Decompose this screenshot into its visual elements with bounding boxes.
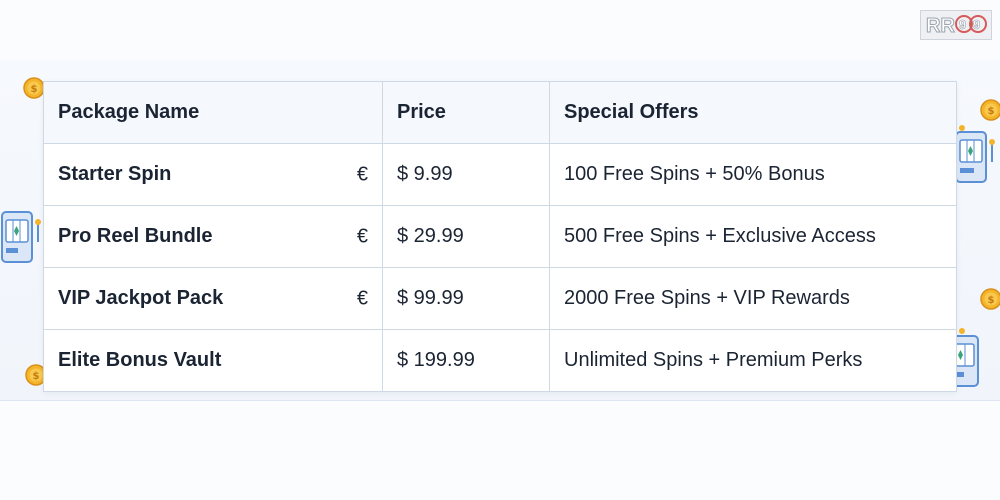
- price-cell: $ 99.99: [382, 267, 550, 330]
- dollar-coin-icon: $: [980, 288, 1000, 310]
- pricing-table: Package Name Price Special Offers Starte…: [43, 81, 957, 392]
- offer-cell: 100 Free Spins + 50% Bonus: [549, 143, 957, 206]
- package-name: Elite Bonus Vault: [58, 349, 222, 371]
- package-name-cell: Starter Spin €: [43, 143, 383, 206]
- package-name: Starter Spin: [58, 163, 172, 185]
- svg-text:$: $: [988, 106, 995, 117]
- offer-cell: 2000 Free Spins + VIP Rewards: [549, 267, 957, 330]
- table-row: Starter Spin € $ 9.99 100 Free Spins + 5…: [43, 143, 957, 206]
- svg-text:9: 9: [959, 17, 966, 32]
- dollar-coin-icon: $: [980, 99, 1000, 121]
- dollar-coin-icon: $: [23, 77, 45, 99]
- package-name: VIP Jackpot Pack: [58, 287, 224, 309]
- package-name-cell: Pro Reel Bundle €: [43, 205, 383, 268]
- svg-text:$: $: [988, 295, 995, 306]
- price-cell: $ 199.99: [382, 329, 550, 392]
- offer-cell: 500 Free Spins + Exclusive Access: [549, 205, 957, 268]
- currency-symbol: €: [356, 163, 368, 185]
- svg-text:RR: RR: [926, 15, 955, 37]
- table-row: Elite Bonus Vault $ 199.99 Unlimited Spi…: [43, 329, 957, 392]
- table-row: VIP Jackpot Pack € $ 99.99 2000 Free Spi…: [43, 267, 957, 330]
- package-name-cell: Elite Bonus Vault: [43, 329, 383, 392]
- brand-logo: RR 9 9: [920, 10, 992, 40]
- header-special-offers: Special Offers: [549, 81, 957, 144]
- slot-machine-icon: [1, 211, 41, 263]
- table-header-row: Package Name Price Special Offers: [43, 81, 957, 144]
- package-name-cell: VIP Jackpot Pack €: [43, 267, 383, 330]
- svg-text:9: 9: [973, 17, 980, 32]
- slot-machine-icon: [955, 125, 995, 183]
- currency-symbol: €: [356, 287, 368, 309]
- offer-cell: Unlimited Spins + Premium Perks: [549, 329, 957, 392]
- svg-text:$: $: [33, 371, 40, 382]
- header-price: Price: [382, 81, 550, 144]
- currency-symbol: €: [356, 225, 368, 247]
- package-name: Pro Reel Bundle: [58, 225, 213, 247]
- header-package-name: Package Name: [43, 81, 383, 144]
- table-row: Pro Reel Bundle € $ 29.99 500 Free Spins…: [43, 205, 957, 268]
- price-cell: $ 29.99: [382, 205, 550, 268]
- price-cell: $ 9.99: [382, 143, 550, 206]
- svg-text:$: $: [31, 84, 38, 95]
